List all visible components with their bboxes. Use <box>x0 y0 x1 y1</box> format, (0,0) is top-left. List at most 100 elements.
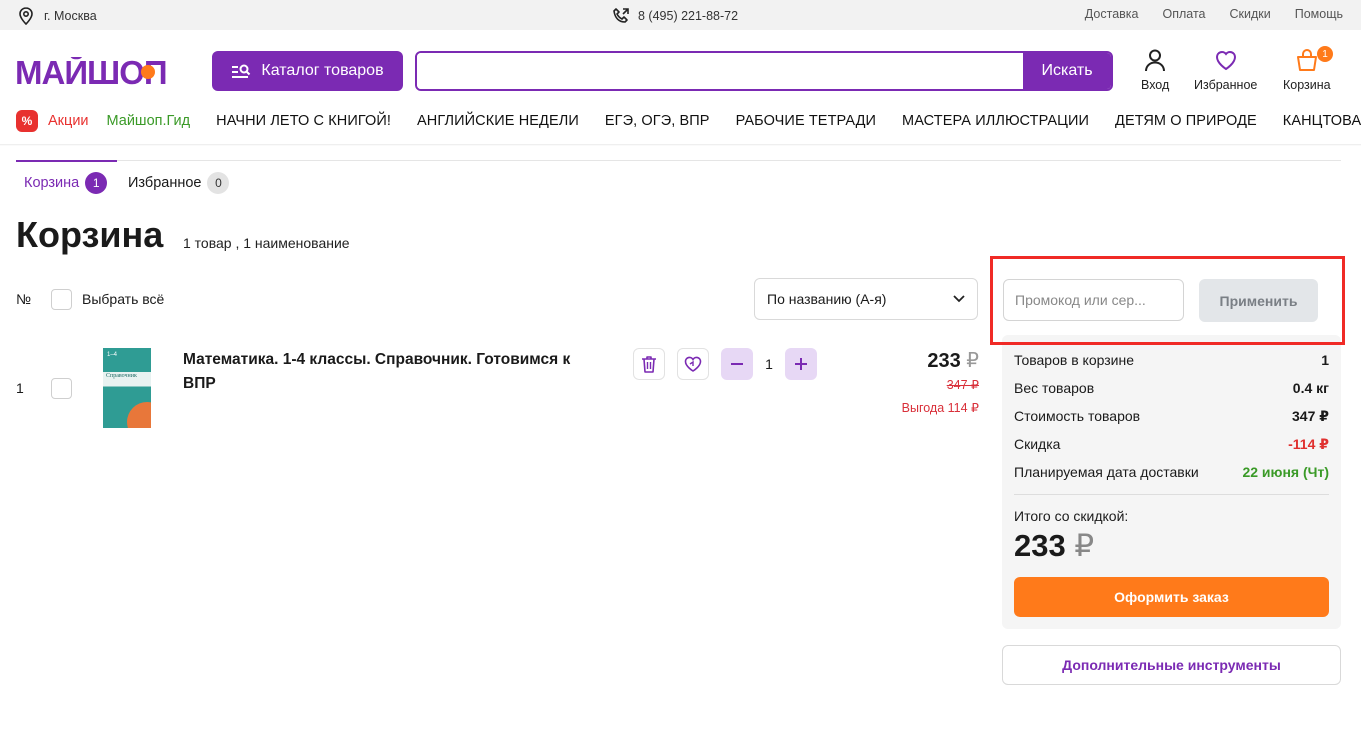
search-input[interactable] <box>417 53 1023 89</box>
sort-value: По названию (А-я) <box>767 291 887 307</box>
cover-title-text: Справочник <box>106 373 137 379</box>
summary-row-cost: Стоимость товаров 347 ₽ <box>1014 408 1329 425</box>
summary-value: 0.4 кг <box>1292 380 1329 396</box>
promo-code-input[interactable] <box>1003 279 1184 321</box>
cart-bag-icon <box>1296 49 1317 71</box>
catalog-label: Каталог товаров <box>261 62 384 79</box>
nav-promotions[interactable]: Акции <box>48 113 89 129</box>
phone-contact[interactable]: 8 (495) 221-88-72 <box>612 7 738 25</box>
link-payment[interactable]: Оплата <box>1162 7 1205 21</box>
sort-dropdown[interactable]: По названию (А-я) <box>754 278 978 320</box>
nav-category[interactable]: АНГЛИЙСКИЕ НЕДЕЛИ <box>417 113 579 129</box>
phone-number[interactable]: 8 (495) 221-88-72 <box>638 9 738 23</box>
link-help[interactable]: Помощь <box>1295 7 1343 21</box>
tab-favorites-count: 0 <box>207 172 230 194</box>
increase-quantity-button[interactable] <box>785 348 817 380</box>
cart-summary-subtitle: 1 товар , 1 наименование <box>183 235 350 251</box>
tab-favorites-label: Избранное <box>128 175 202 191</box>
product-cover-image[interactable]: 1–4 Справочник <box>103 348 151 428</box>
number-column-header: № <box>16 291 32 307</box>
phone-icon <box>613 8 629 23</box>
summary-value: -114 ₽ <box>1288 436 1329 452</box>
city-selector[interactable]: г. Москва <box>18 7 97 25</box>
summary-row-weight: Вес товаров 0.4 кг <box>1014 380 1329 396</box>
summary-label: Планируемая дата доставки <box>1014 464 1199 480</box>
chevron-down-icon <box>953 295 965 303</box>
login-label: Вход <box>1141 78 1170 92</box>
item-price-currency: ₽ <box>966 350 979 372</box>
total-currency: ₽ <box>1074 528 1095 563</box>
apply-promo-button[interactable]: Применить <box>1199 279 1318 322</box>
search-button[interactable]: Искать <box>1023 53 1111 89</box>
minus-icon <box>731 363 743 365</box>
nav-category[interactable]: МАСТЕРА ИЛЛЮСТРАЦИИ <box>902 113 1089 129</box>
total-amount: 233 <box>1014 528 1066 563</box>
item-index: 1 <box>16 380 24 396</box>
cover-decoration <box>127 402 151 428</box>
category-nav: % Акции Майшоп.Гид НАЧНИ ЛЕТО С КНИГОЙ! … <box>16 110 1361 132</box>
product-title-link[interactable]: Математика. 1-4 классы. Справочник. Гото… <box>183 348 603 396</box>
order-summary: Товаров в корзине 1 Вес товаров 0.4 кг С… <box>1002 335 1341 629</box>
move-to-favorites-button[interactable] <box>677 348 709 380</box>
tab-cart-count: 1 <box>85 172 108 194</box>
cover-grade-text: 1–4 <box>107 352 118 358</box>
select-all-checkbox[interactable] <box>51 289 72 310</box>
nav-category[interactable]: РАБОЧИЕ ТЕТРАДИ <box>736 113 876 129</box>
cart-label: Корзина <box>1283 78 1331 92</box>
summary-divider <box>1014 494 1329 495</box>
item-price-value: 233 <box>927 350 961 372</box>
summary-label: Скидка <box>1014 436 1061 452</box>
additional-tools-button[interactable]: Дополнительные инструменты <box>1002 645 1341 685</box>
tab-cart[interactable]: Корзина 1 <box>24 172 108 194</box>
link-discounts[interactable]: Скидки <box>1229 7 1270 21</box>
nav-category[interactable]: ЕГЭ, ОГЭ, ВПР <box>605 113 710 129</box>
item-checkbox[interactable] <box>51 378 72 399</box>
total-label: Итого со скидкой: <box>1014 508 1129 524</box>
favorites-button[interactable]: Избранное <box>1194 48 1257 92</box>
tabs-divider <box>16 160 1341 161</box>
summary-row-delivery: Планируемая дата доставки 22 июня (Чт) <box>1014 464 1329 480</box>
item-old-price: 347 ₽ <box>946 378 979 392</box>
login-button[interactable]: Вход <box>1141 48 1169 92</box>
city-label[interactable]: г. Москва <box>44 9 97 23</box>
heart-icon <box>1215 51 1236 71</box>
catalog-search-icon <box>232 64 251 78</box>
cart-count-badge: 1 <box>1317 46 1333 62</box>
delete-item-button[interactable] <box>633 348 665 380</box>
summary-row-discount: Скидка -114 ₽ <box>1014 436 1329 453</box>
catalog-button[interactable]: Каталог товаров <box>212 51 403 91</box>
nav-category[interactable]: НАЧНИ ЛЕТО С КНИГОЙ! <box>216 113 391 129</box>
summary-value: 347 ₽ <box>1292 408 1329 424</box>
select-all-label[interactable]: Выбрать всё <box>82 291 164 307</box>
heart-refresh-icon <box>684 356 702 372</box>
decrease-quantity-button[interactable] <box>721 348 753 380</box>
item-price: 233 ₽ <box>927 348 979 373</box>
link-delivery[interactable]: Доставка <box>1085 7 1139 21</box>
cart-button[interactable]: 1 Корзина <box>1283 46 1333 92</box>
site-logo[interactable]: МАЙШОП <box>15 57 181 87</box>
nav-category[interactable]: ДЕТЯМ О ПРИРОДЕ <box>1115 113 1257 129</box>
summary-label: Стоимость товаров <box>1014 408 1141 424</box>
nav-guide[interactable]: Майшоп.Гид <box>107 113 191 129</box>
quantity-value: 1 <box>765 356 773 372</box>
page-title: Корзина <box>16 214 164 255</box>
tab-active-indicator <box>16 160 117 162</box>
summary-label: Вес товаров <box>1014 380 1095 396</box>
user-icon <box>1145 49 1166 72</box>
top-bar: г. Москва 8 (495) 221-88-72 Доставка Опл… <box>0 0 1361 30</box>
checkout-button[interactable]: Оформить заказ <box>1014 577 1329 617</box>
top-links: Доставка Оплата Скидки Помощь <box>1085 7 1343 21</box>
trash-icon <box>642 356 656 373</box>
nav-category[interactable]: КАНЦТОВАРЫ <box>1283 113 1361 129</box>
tab-cart-label: Корзина <box>24 175 80 191</box>
summary-value: 1 <box>1321 352 1329 368</box>
plus-icon <box>795 358 807 370</box>
location-pin-icon <box>19 7 33 25</box>
favorites-label: Избранное <box>1194 78 1258 92</box>
promo-percent-icon[interactable]: % <box>16 110 38 132</box>
tab-favorites[interactable]: Избранное 0 <box>128 172 230 194</box>
item-savings: Выгода 114 ₽ <box>901 401 979 415</box>
total-value: 233 ₽ <box>1014 528 1094 564</box>
header-divider <box>0 144 1361 146</box>
search-bar: Искать <box>415 51 1113 91</box>
